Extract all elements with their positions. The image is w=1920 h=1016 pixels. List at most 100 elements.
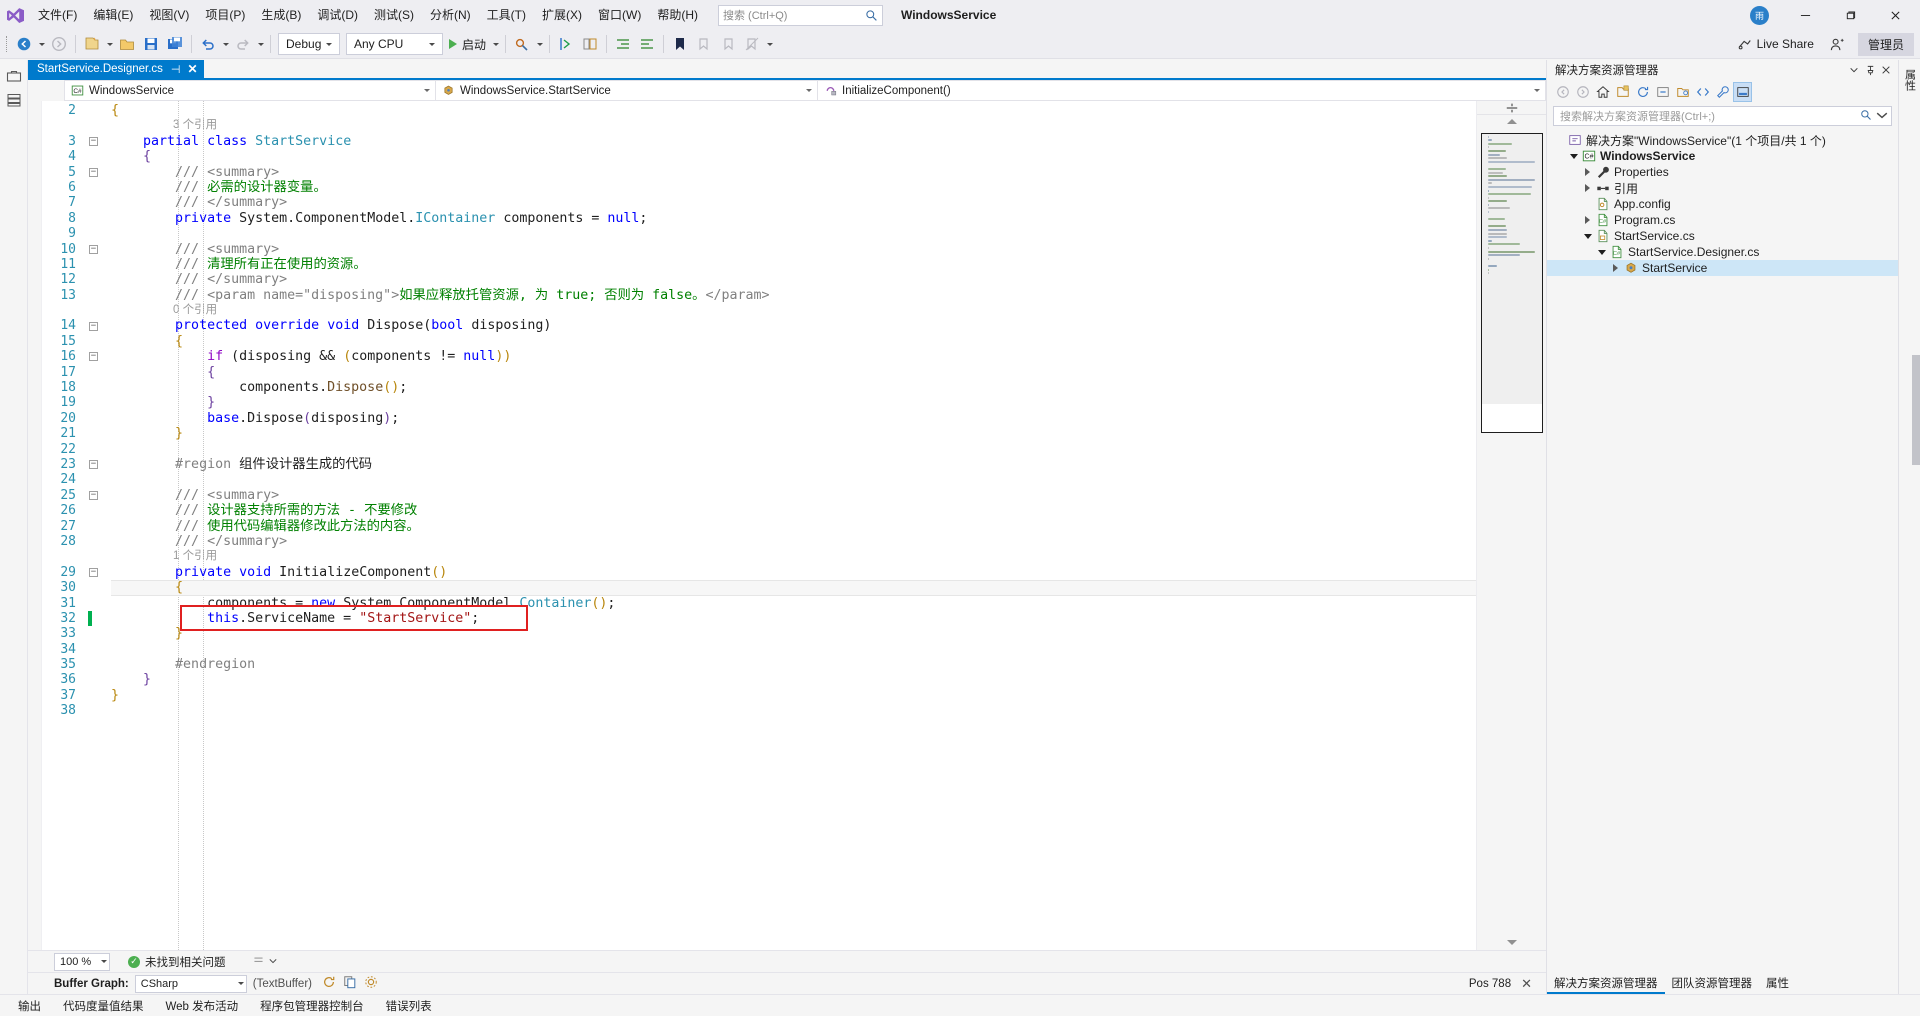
show-all-files-button[interactable]: [1673, 82, 1692, 102]
maximize-restore-button[interactable]: [1828, 0, 1873, 30]
chevron-collapsed-icon[interactable]: [1609, 264, 1622, 272]
undo-dropdown-icon[interactable]: [220, 43, 231, 46]
save-all-button[interactable]: [163, 32, 187, 56]
breadcrumb-project-dropdown[interactable]: C# WindowsService: [64, 80, 436, 101]
code-line[interactable]: 30 {: [42, 580, 1476, 596]
code-line[interactable]: 3− partial class StartService: [42, 134, 1476, 149]
menu-debug[interactable]: 调试(D): [309, 2, 366, 28]
menu-file[interactable]: 文件(F): [30, 2, 85, 28]
code-line[interactable]: 14− protected override void Dispose(bool…: [42, 318, 1476, 333]
close-buffer-bar-icon[interactable]: ✕: [1521, 976, 1532, 992]
breakpoint-margin[interactable]: [28, 101, 42, 950]
code-line[interactable]: 11 /// 清理所有正在使用的资源。: [42, 257, 1476, 272]
code-line[interactable]: 20 base.Dispose(disposing);: [42, 411, 1476, 426]
tree-item-windowsservice11[interactable]: 解决方案"WindowsService"(1 个项目/共 1 个): [1547, 132, 1898, 148]
tree-item-app.config[interactable]: App.config: [1547, 196, 1898, 212]
chevron-down-icon-footer[interactable]: [268, 956, 277, 968]
code-line[interactable]: 31 components = new System.ComponentMode…: [42, 596, 1476, 611]
minimap-viewport[interactable]: [1481, 134, 1542, 404]
menu-project[interactable]: 项目(P): [197, 2, 253, 28]
fold-toggle-icon[interactable]: −: [86, 242, 101, 257]
split-handle-icon[interactable]: [252, 954, 265, 970]
code-line[interactable]: 19 }: [42, 395, 1476, 410]
navigate-backward-button[interactable]: [12, 32, 36, 56]
tab-team-explorer[interactable]: 团队资源管理器: [1665, 974, 1760, 994]
fold-toggle-icon[interactable]: −: [86, 165, 101, 180]
tree-item-[interactable]: 引用: [1547, 180, 1898, 196]
home-button[interactable]: [1593, 82, 1612, 102]
menu-view[interactable]: 视图(V): [141, 2, 197, 28]
codelens-reference-count[interactable]: 3 个引用: [42, 118, 1476, 133]
code-line[interactable]: 4 {: [42, 149, 1476, 164]
tab-startservice-designer-cs[interactable]: StartService.Designer.cs ⊣ ✕: [28, 60, 204, 78]
start-debug-button[interactable]: 启动: [446, 32, 490, 56]
code-line[interactable]: 35 #endregion: [42, 657, 1476, 672]
code-line[interactable]: 21 }: [42, 426, 1476, 441]
code-line[interactable]: 5− /// <summary>: [42, 165, 1476, 180]
toolbar-overflow-icon[interactable]: [764, 43, 775, 46]
pin-icon[interactable]: ⊣: [171, 63, 181, 76]
tree-item-windowsservice[interactable]: C# WindowsService: [1547, 148, 1898, 164]
live-share-button[interactable]: Live Share: [1732, 32, 1820, 56]
fold-toggle-icon[interactable]: −: [86, 318, 101, 333]
status-error-list[interactable]: 错误列表: [386, 998, 432, 1014]
navigate-forward-button[interactable]: [47, 32, 71, 56]
undo-button[interactable]: [196, 32, 220, 56]
chevron-expanded-icon[interactable]: [1595, 250, 1608, 255]
attach-process-button[interactable]: [510, 32, 534, 56]
fold-toggle-icon[interactable]: −: [86, 134, 101, 149]
copy-buffer-icon[interactable]: [343, 975, 357, 992]
menu-edit[interactable]: 编辑(E): [85, 2, 141, 28]
view-code-button[interactable]: [1693, 82, 1712, 102]
menu-tools[interactable]: 工具(T): [479, 2, 534, 28]
code-line[interactable]: 9: [42, 226, 1476, 241]
properties-button[interactable]: [1713, 82, 1732, 102]
tree-item-startservice[interactable]: StartService: [1547, 260, 1898, 276]
tab-solution-explorer[interactable]: 解决方案资源管理器: [1547, 974, 1665, 994]
menu-test[interactable]: 测试(S): [366, 2, 422, 28]
code-line[interactable]: 10− /// <summary>: [42, 242, 1476, 257]
breadcrumb-member-dropdown[interactable]: InitializeComponent(): [818, 80, 1546, 101]
save-button[interactable]: [139, 32, 163, 56]
solution-platform-dropdown[interactable]: Any CPU: [346, 33, 443, 55]
navigate-backward-dropdown-icon[interactable]: [36, 43, 47, 46]
preview-selected-items-button[interactable]: [1733, 82, 1752, 102]
menu-window[interactable]: 窗口(W): [590, 2, 649, 28]
scroll-up-button[interactable]: [1477, 115, 1546, 127]
avatar[interactable]: 雨: [1750, 5, 1769, 25]
code-line[interactable]: 8 private System.ComponentModel.IContain…: [42, 211, 1476, 226]
code-line[interactable]: 7 /// </summary>: [42, 195, 1476, 210]
pending-changes-filter-button[interactable]: [1613, 82, 1632, 102]
code-line[interactable]: 28 /// </summary>: [42, 534, 1476, 549]
fold-toggle-icon[interactable]: −: [86, 488, 101, 503]
solution-explorer-search[interactable]: 搜索解决方案资源管理器(Ctrl+;): [1553, 106, 1892, 126]
fold-toggle-icon[interactable]: −: [86, 349, 101, 364]
rail-properties-tab[interactable]: 属性: [1902, 64, 1918, 96]
toolbox-icon[interactable]: [6, 68, 22, 84]
code-line[interactable]: 6 /// 必需的设计器变量。: [42, 180, 1476, 195]
code-line[interactable]: 13 /// <param name="disposing">如果应释放托管资源…: [42, 288, 1476, 303]
code-line[interactable]: 2{: [42, 103, 1476, 118]
next-bookmark-button[interactable]: [716, 32, 740, 56]
code-line[interactable]: 37}: [42, 688, 1476, 703]
window-scrollbar-thumb[interactable]: [1912, 355, 1920, 465]
settings-buffer-icon[interactable]: [364, 975, 378, 992]
solution-tree[interactable]: 解决方案"WindowsService"(1 个项目/共 1 个) C# Windo…: [1547, 130, 1898, 972]
new-project-button[interactable]: [80, 32, 104, 56]
chevron-collapsed-icon[interactable]: [1581, 216, 1594, 224]
code-line[interactable]: 24: [42, 472, 1476, 487]
tree-item-startservice.designer.cs[interactable]: C# StartService.Designer.cs: [1547, 244, 1898, 260]
server-explorer-icon[interactable]: [6, 92, 22, 108]
menu-help[interactable]: 帮助(H): [649, 2, 706, 28]
menu-analyze[interactable]: 分析(N): [422, 2, 479, 28]
code-line[interactable]: 29− private void InitializeComponent(): [42, 565, 1476, 580]
indent-increase-button[interactable]: [635, 32, 659, 56]
code-line[interactable]: 22: [42, 442, 1476, 457]
code-line[interactable]: 12 /// </summary>: [42, 272, 1476, 287]
code-line[interactable]: 17 {: [42, 365, 1476, 380]
menu-build[interactable]: 生成(B): [253, 2, 309, 28]
refresh-buffer-icon[interactable]: [322, 975, 336, 992]
code-minimap[interactable]: [1480, 133, 1543, 433]
redo-dropdown-icon[interactable]: [255, 43, 266, 46]
tree-item-program.cs[interactable]: C# Program.cs: [1547, 212, 1898, 228]
